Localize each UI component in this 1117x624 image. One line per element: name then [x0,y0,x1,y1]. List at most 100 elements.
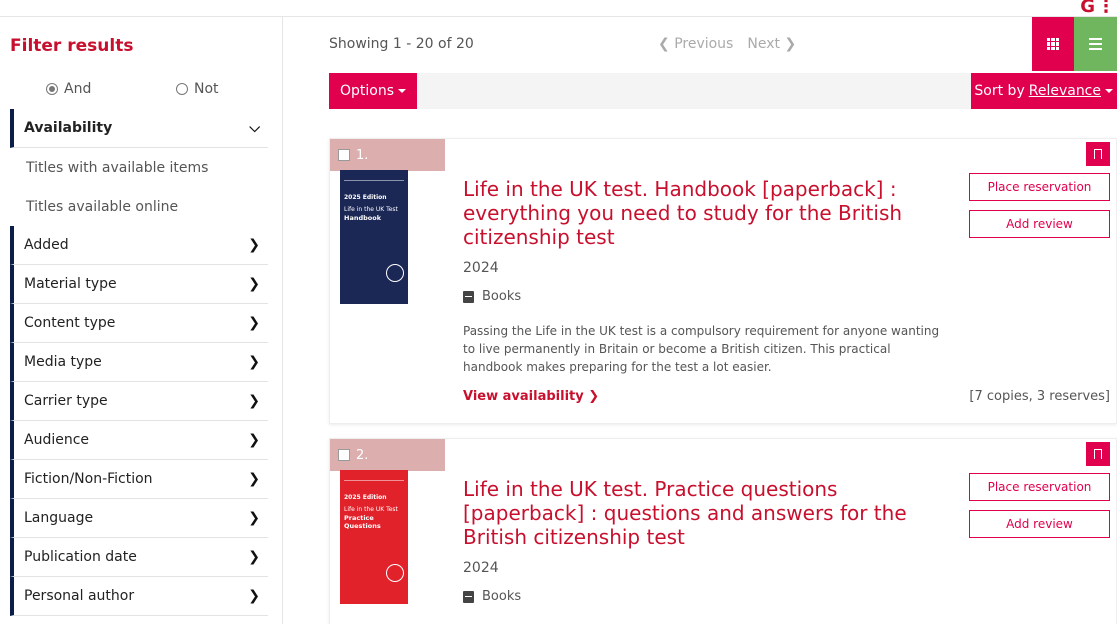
and-label: And [64,81,92,97]
results-toolbar: Options Sort by Relevance [329,73,1117,109]
options-button[interactable]: Options [329,73,417,109]
result-format: Books [463,289,521,304]
and-not-toggle: And Not [0,81,268,101]
facet-content-type[interactable]: Content type ❯ [10,304,268,343]
result-description: Passing the Life in the UK test is a com… [463,324,940,374]
cover-line2: Practice Questions [344,514,381,530]
result-card: 1. 2025 Edition Life in the UK Test Hand… [329,138,1117,424]
sort-prefix: Sort by [974,83,1025,99]
facet-language[interactable]: Language ❯ [10,499,268,538]
options-label: Options [339,83,395,99]
cover-decoration [344,480,404,481]
bookmark-button[interactable] [1086,442,1110,466]
chevron-right-icon: ❯ [248,549,260,565]
facet-publication-date[interactable]: Publication date ❯ [10,538,268,577]
facet-media-type[interactable]: Media type ❯ [10,343,268,382]
select-checkbox[interactable] [338,449,350,461]
result-year: 2024 [463,560,499,576]
cover-line1: Life in the UK Test [344,506,398,513]
facet-label: Publication date [24,549,137,565]
facet-label: Material type [24,276,117,292]
next-label: Next [747,36,780,52]
chevron-right-icon: ❯ [248,315,260,331]
facet-label: Media type [24,354,102,370]
not-option[interactable]: Not [176,81,219,97]
facet-label: Content type [24,315,116,331]
facet-audience[interactable]: Audience ❯ [10,421,268,460]
format-label: Books [482,289,522,304]
chevron-right-icon: ❯ [248,510,260,526]
chevron-right-icon: ❯ [248,432,260,448]
chevron-right-icon: ❯ [588,389,600,404]
result-title[interactable]: Life in the UK test. Handbook [paperback… [463,177,953,249]
chevron-right-icon: ❯ [248,276,260,292]
facet-fiction-nonfiction[interactable]: Fiction/Non-Fiction ❯ [10,460,268,499]
copies-count: [7 copies, 3 reserves] [969,389,1110,404]
chevron-right-icon: ❯ [248,354,260,370]
cover-seal [386,264,404,282]
facet-label: Availability [24,120,113,136]
facet-label: Personal author [24,588,135,604]
facet-availability[interactable]: Availability ⌵ [10,109,268,148]
and-option[interactable]: And [46,81,91,97]
cover-line2: Handbook [344,214,382,222]
book-icon [463,290,474,303]
chevron-right-icon: ❯ [248,237,260,253]
facet-carrier-type[interactable]: Carrier type ❯ [10,382,268,421]
caret-down-icon [1105,89,1113,93]
result-format: Books [463,589,521,604]
previous-link[interactable]: ❮ Previous [658,36,733,52]
facet-option-available-items[interactable]: Titles with available items [10,148,268,187]
result-number: 2. [356,447,369,463]
chevron-right-icon: ❯ [248,471,260,487]
result-card: 2. 2025 Edition Life in the UK Test Prac… [329,438,1117,624]
cover-edition: 2025 Edition [344,494,387,501]
previous-label: Previous [674,36,734,52]
book-cover[interactable]: 2025 Edition Life in the UK Test Handboo… [340,170,408,304]
select-checkbox[interactable] [338,149,350,161]
cover-decoration [344,180,404,181]
logo: G⋮ [1080,0,1117,17]
bookmark-icon [1094,149,1102,159]
view-availability-link[interactable]: View availability ❯ [463,389,599,404]
result-year: 2024 [463,260,499,276]
facet-list: Availability ⌵ Titles with available ite… [10,109,268,616]
result-number: 1. [356,147,369,163]
facet-added[interactable]: Added ❯ [10,226,268,265]
sort-button[interactable]: Sort by Relevance [971,73,1117,109]
result-title[interactable]: Life in the UK test. Practice questions … [463,477,953,549]
add-review-button[interactable]: Add review [969,210,1110,238]
facet-label: Language [24,510,94,526]
place-reservation-button[interactable]: Place reservation [969,173,1110,201]
cover-edition: 2025 Edition [344,194,387,201]
bookmark-button[interactable] [1086,142,1110,166]
facet-label: Added [24,237,69,253]
result-number-tab: 1. [330,139,445,171]
facet-option-available-online[interactable]: Titles available online [10,187,268,226]
facet-personal-author[interactable]: Personal author ❯ [10,577,268,616]
cover-line1: Life in the UK Test [344,206,398,213]
list-view-button[interactable] [1074,17,1117,71]
pagination: ❮ Previous Next ❯ [658,36,796,52]
book-icon [463,590,474,603]
sort-value: Relevance [1028,83,1101,99]
book-cover[interactable]: 2025 Edition Life in the UK Test Practic… [340,470,408,604]
filter-sidebar: Filter results And Not Availability ⌵ Ti… [0,17,283,624]
facet-material-type[interactable]: Material type ❯ [10,265,268,304]
place-reservation-button[interactable]: Place reservation [969,473,1110,501]
facet-label: Audience [24,432,90,448]
chevron-right-icon: ❯ [784,36,797,52]
format-label: Books [482,589,522,604]
grid-view-button[interactable] [1032,17,1074,71]
not-radio[interactable] [176,83,188,95]
chevron-right-icon: ❯ [248,588,260,604]
not-label: Not [194,81,219,97]
bookmark-icon [1094,449,1102,459]
next-link[interactable]: Next ❯ [747,36,796,52]
and-radio[interactable] [46,83,58,95]
add-review-button[interactable]: Add review [969,510,1110,538]
caret-down-icon [398,89,407,93]
availability-label: View availability [463,389,584,404]
result-number-tab: 2. [330,439,445,471]
facet-label: Fiction/Non-Fiction [24,471,153,487]
